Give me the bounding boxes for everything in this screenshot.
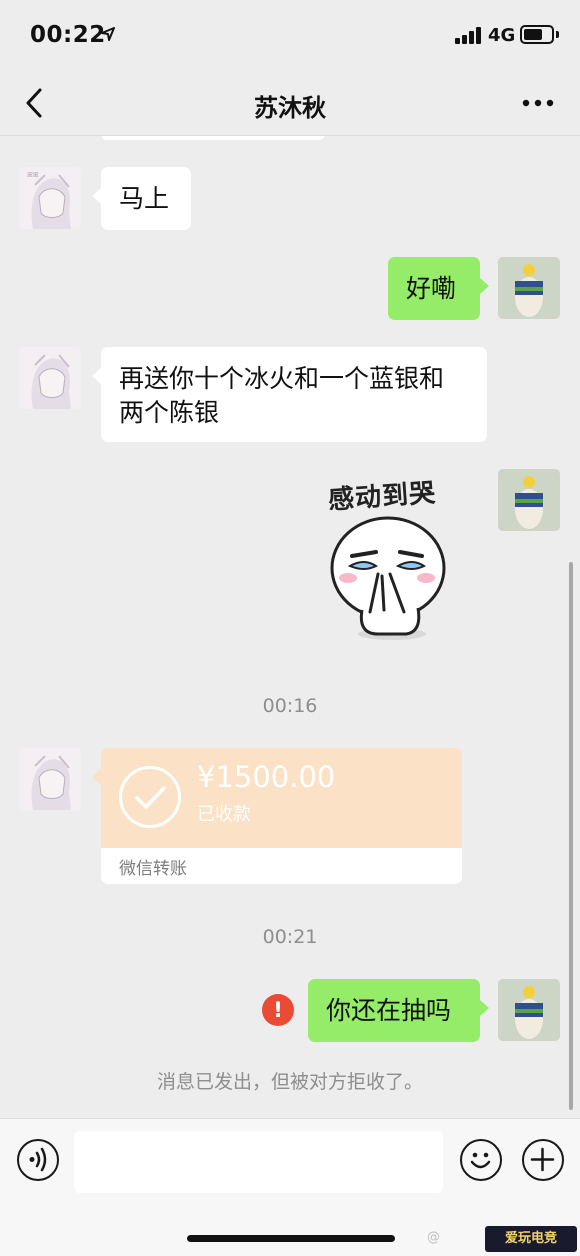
watermark-ghost: @ — [427, 1230, 440, 1245]
toy-figure-avatar-icon — [498, 979, 560, 1041]
message-bubble-incoming[interactable]: 马上 — [92, 167, 191, 230]
transfer-amount: ¥1500.00 — [197, 760, 336, 794]
scrollbar[interactable] — [569, 562, 573, 1110]
toy-figure-avatar-icon — [498, 469, 560, 531]
self-avatar[interactable] — [498, 979, 560, 1041]
send-failed-icon[interactable]: ! — [262, 994, 294, 1026]
message-input[interactable] — [74, 1131, 443, 1193]
battery-tip — [556, 31, 559, 38]
message-bubble-incoming[interactable]: 再送你十个冰火和一个蓝银和 两个陈银 — [92, 347, 487, 442]
status-time: 00:22 — [30, 22, 106, 48]
voice-icon[interactable] — [17, 1139, 59, 1181]
message-text: 马上 — [119, 184, 170, 213]
transfer-card-header: ¥1500.00 已收款 — [101, 748, 462, 848]
location-arrow-icon — [101, 27, 115, 41]
timestamp: 00:16 — [262, 695, 318, 717]
battery-icon — [520, 25, 554, 44]
more-dots-icon[interactable] — [520, 92, 556, 114]
transfer-card[interactable]: ¥1500.00 已收款 微信转账 — [101, 748, 462, 884]
chat-title: 苏沐秋 — [254, 94, 326, 122]
transfer-label: 微信转账 — [119, 859, 187, 879]
message-bubble-outgoing[interactable]: 你还在抽吗 — [308, 979, 489, 1042]
anime-girl-avatar-icon: ꕤꕤ — [19, 167, 81, 229]
contact-avatar[interactable]: ꕤꕤ — [19, 167, 81, 229]
message-bubble-outgoing[interactable]: 好嘞 — [388, 257, 489, 320]
sticker-message[interactable]: 感动到哭 — [318, 472, 458, 647]
rejected-notice: 消息已发出，但被对方拒收了。 — [156, 1071, 423, 1093]
transfer-status: 已收款 — [197, 804, 251, 825]
contact-avatar[interactable] — [19, 748, 81, 810]
anime-girl-avatar-icon — [19, 748, 81, 810]
message-text-line: 两个陈银 — [119, 398, 220, 427]
self-avatar[interactable] — [498, 257, 560, 319]
svg-text:ꕤꕤ: ꕤꕤ — [27, 171, 39, 179]
timestamp: 00:21 — [262, 926, 318, 948]
self-avatar[interactable] — [498, 469, 560, 531]
watermark-logo: 爱玩电竞 — [485, 1226, 577, 1252]
message-text: 好嘞 — [406, 274, 457, 303]
message-text: 你还在抽吗 — [326, 996, 452, 1025]
network-type: 4G — [488, 25, 516, 46]
crying-mascot-sticker-icon — [330, 516, 446, 640]
emoji-icon[interactable] — [460, 1139, 502, 1181]
cellular-signal-icon — [455, 27, 483, 44]
anime-girl-avatar-icon — [19, 347, 81, 409]
plus-icon[interactable] — [522, 1139, 564, 1181]
message-text-line: 再送你十个冰火和一个蓝银和 — [119, 364, 445, 393]
checkmark-circle-icon — [119, 766, 181, 828]
contact-avatar[interactable] — [19, 347, 81, 409]
status-bar: 00:22 4G — [0, 0, 580, 70]
home-indicator[interactable] — [187, 1235, 395, 1242]
chat-header: 苏沐秋 — [0, 70, 580, 136]
toy-figure-avatar-icon — [498, 257, 560, 319]
